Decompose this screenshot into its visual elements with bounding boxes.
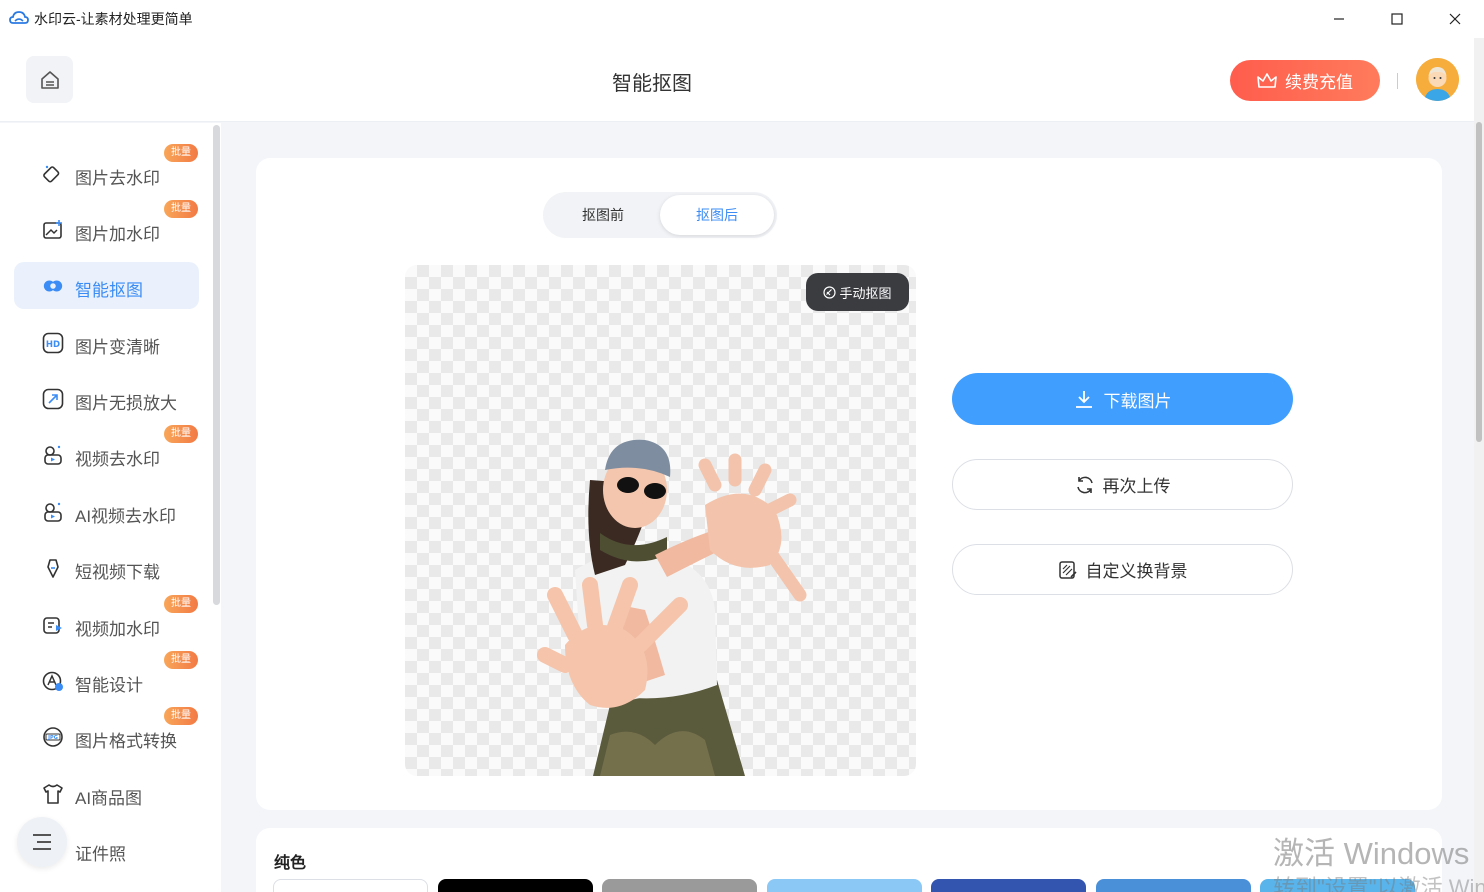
cutout-preview-canvas[interactable] — [405, 265, 916, 776]
sidebar-item-image-sharpen[interactable]: HD 图片变清晰 — [14, 319, 199, 366]
background-color-card: 纯色 — [256, 828, 1442, 892]
eraser-icon — [42, 163, 64, 185]
refresh-icon — [1076, 476, 1093, 493]
sidebar-item-smart-design[interactable]: 智能设计 批量 — [14, 651, 199, 704]
minimize-icon[interactable] — [1310, 0, 1368, 38]
manual-cutout-button[interactable]: 手动抠图 — [806, 273, 909, 311]
color-swatch-black[interactable] — [438, 879, 593, 892]
svg-text:HD: HD — [46, 340, 60, 350]
window-titlebar: 水印云-让素材处理更简单 — [0, 0, 1484, 38]
batch-badge: 批量 — [164, 425, 198, 443]
sidebar-item-format-convert[interactable]: JPG 图片格式转换 批量 — [14, 707, 199, 760]
design-icon — [42, 670, 64, 692]
close-icon[interactable] — [1426, 0, 1484, 38]
section-title: 纯色 — [274, 855, 307, 872]
edit-background-icon — [1058, 560, 1077, 579]
toggle-after[interactable]: 抠图后 — [660, 195, 774, 235]
ai-video-icon — [42, 501, 64, 523]
app-header: 智能抠图 续费充值 — [0, 38, 1474, 122]
toggle-before[interactable]: 抠图前 — [546, 195, 660, 235]
batch-badge: 批量 — [164, 707, 198, 725]
sidebar-scrollbar[interactable] — [213, 125, 220, 605]
sidebar: 图片去水印 批量 图片加水印 批量 智能抠图 HD 图片变清晰 图片无损放大 视… — [0, 123, 221, 892]
recharge-label: 续费充值 — [1285, 73, 1353, 92]
download-image-button[interactable]: 下载图片 — [952, 373, 1293, 425]
window-controls — [1310, 0, 1484, 38]
sidebar-item-add-video-watermark[interactable]: 视频加水印 批量 — [14, 595, 199, 648]
jpg-icon: JPG — [42, 726, 64, 748]
svg-text:JPG: JPG — [47, 735, 58, 741]
color-swatch-dark-blue[interactable] — [931, 879, 1086, 892]
sidebar-item-remove-video-watermark[interactable]: 视频去水印 批量 — [14, 425, 199, 478]
crown-icon — [1257, 72, 1277, 88]
header-divider — [1397, 73, 1398, 89]
menu-icon — [33, 834, 51, 850]
shirt-icon — [42, 783, 64, 805]
download-icon — [1075, 391, 1092, 408]
expand-icon — [42, 388, 64, 410]
video-eraser-icon — [42, 444, 64, 466]
window-scrollbar[interactable] — [1474, 38, 1484, 892]
windows-activation-watermark: 激活 Windows — [1273, 836, 1470, 871]
windows-activation-hint: 转到"设置"以激活 Windows。 — [1273, 875, 1484, 892]
scrollbar-thumb[interactable] — [1476, 122, 1482, 442]
image-add-icon — [42, 219, 64, 241]
batch-badge: 批量 — [164, 144, 198, 162]
batch-badge: 批量 — [164, 200, 198, 218]
link-icon — [42, 557, 64, 579]
window-title: 水印云-让素材处理更简单 — [34, 11, 193, 27]
reupload-button[interactable]: 再次上传 — [952, 459, 1293, 510]
sidebar-item-ai-product-image[interactable]: AI商品图 — [14, 770, 199, 817]
hd-icon: HD — [42, 332, 64, 354]
color-swatch-white[interactable] — [273, 879, 428, 892]
video-add-icon — [42, 614, 64, 636]
avatar-face-icon — [1416, 58, 1459, 101]
color-swatch-gray[interactable] — [602, 879, 757, 892]
custom-background-button[interactable]: 自定义换背景 — [952, 544, 1293, 595]
color-swatch-blue[interactable] — [1096, 879, 1251, 892]
color-swatch-light-blue[interactable] — [767, 879, 922, 892]
batch-badge: 批量 — [164, 595, 198, 613]
brush-icon — [823, 285, 837, 299]
sidebar-item-ai-video-watermark[interactable]: AI视频去水印 — [14, 488, 199, 535]
sidebar-item-smart-cutout[interactable]: 智能抠图 — [14, 262, 199, 309]
sidebar-item-add-image-watermark[interactable]: 图片加水印 批量 — [14, 200, 199, 253]
sidebar-item-short-video-download[interactable]: 短视频下载 — [14, 544, 199, 591]
sidebar-item-lossless-upscale[interactable]: 图片无损放大 — [14, 375, 199, 422]
collapse-menu-button[interactable] — [17, 817, 67, 867]
cutout-icon — [42, 275, 64, 297]
before-after-toggle: 抠图前 抠图后 — [543, 192, 777, 238]
avatar[interactable] — [1416, 58, 1459, 101]
maximize-icon[interactable] — [1368, 0, 1426, 38]
recharge-button[interactable]: 续费充值 — [1230, 60, 1380, 101]
sidebar-item-remove-image-watermark[interactable]: 图片去水印 批量 — [14, 144, 199, 197]
cutout-subject-image — [537, 439, 807, 776]
batch-badge: 批量 — [164, 651, 198, 669]
page-title: 智能抠图 — [612, 73, 692, 95]
cutout-editor-card: 抠图前 抠图后 手动抠图 下载图片 再次上传 自定义换背景 — [256, 158, 1442, 810]
app-logo-icon — [9, 11, 29, 24]
